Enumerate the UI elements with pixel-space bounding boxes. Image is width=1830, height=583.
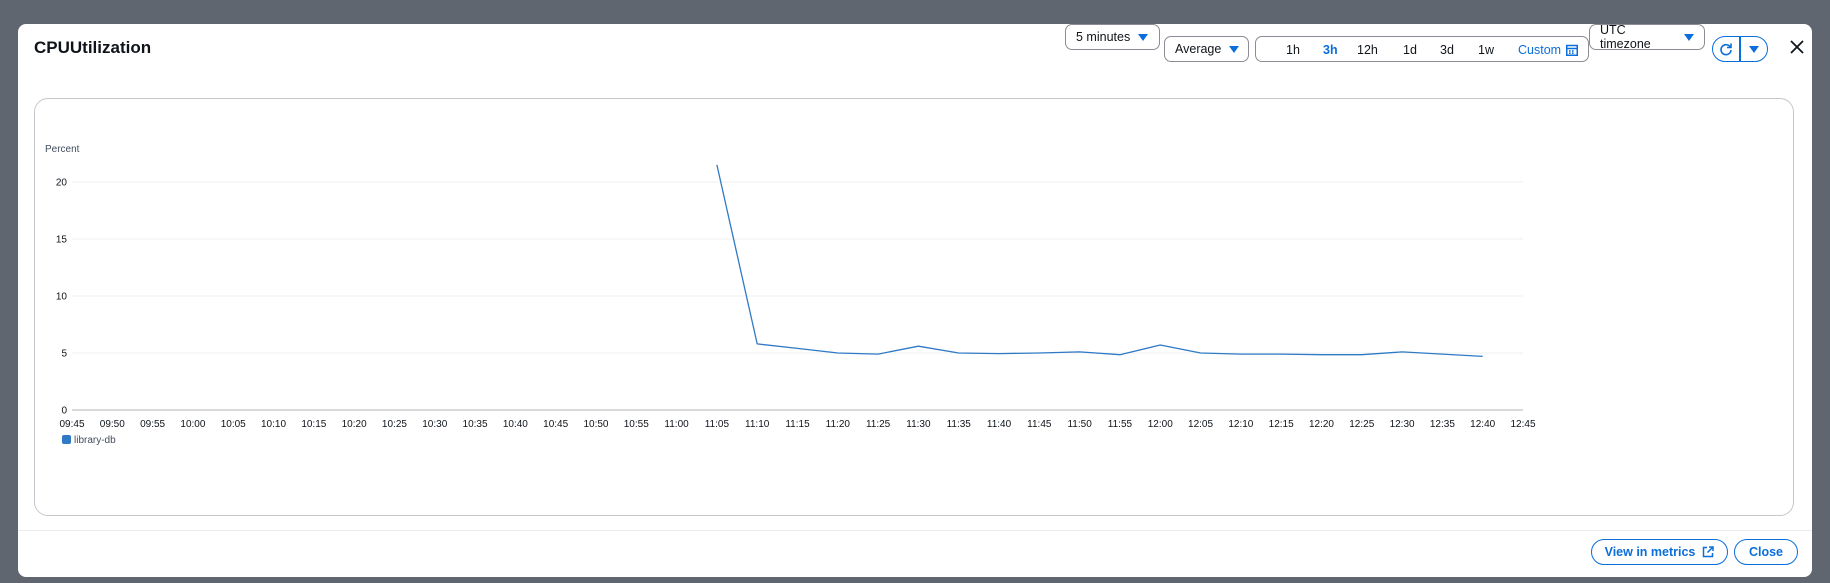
x-tick-label: 10:50 (583, 419, 608, 430)
legend-label[interactable]: library-db (74, 435, 116, 446)
range-1d[interactable]: 1d (1403, 43, 1417, 57)
time-range-selector: 1h 3h 12h 1d 3d 1w Custom (1255, 36, 1589, 62)
x-tick-label: 11:10 (745, 419, 770, 430)
x-tick-label: 10:10 (261, 419, 286, 430)
x-tick-label: 10:25 (382, 419, 407, 430)
period-select[interactable]: 5 minutes (1065, 24, 1160, 50)
x-tick-label: 12:10 (1228, 419, 1253, 430)
close-icon[interactable] (1786, 36, 1808, 58)
view-in-metrics-label: View in metrics (1604, 545, 1696, 559)
x-tick-label: 10:35 (463, 419, 488, 430)
x-tick-label: 11:30 (906, 419, 931, 430)
range-12h[interactable]: 12h (1357, 43, 1378, 57)
statistic-select[interactable]: Average (1164, 36, 1249, 62)
x-tick-label: 12:25 (1349, 419, 1374, 430)
x-tick-label: 11:00 (664, 419, 689, 430)
refresh-button[interactable] (1713, 37, 1739, 61)
y-tick-label: 20 (56, 178, 68, 189)
x-tick-label: 11:05 (705, 419, 730, 430)
range-1w[interactable]: 1w (1478, 43, 1494, 57)
timezone-label: UTC timezone (1600, 23, 1651, 51)
x-tick-label: 09:50 (100, 419, 125, 430)
view-in-metrics-button[interactable]: View in metrics (1591, 539, 1728, 565)
y-tick-label: 5 (61, 349, 67, 360)
series-line-library-db (716, 164, 1483, 358)
external-link-icon (1703, 546, 1715, 558)
x-tick-label: 10:55 (624, 419, 649, 430)
timezone-select[interactable]: UTC timezone (1589, 23, 1705, 51)
period-label: 5 minutes (1076, 30, 1131, 44)
close-button-label: Close (1748, 545, 1784, 559)
x-tick-label: 11:15 (785, 419, 810, 430)
y-axis-label: Percent (45, 144, 80, 155)
x-tick-label: 10:15 (301, 419, 326, 430)
caret-down-icon (1748, 45, 1759, 53)
cpu-utilization-chart: Percent 0 5 10 15 20 09:45 09:50 09:55 10:00 10:… (45, 144, 1536, 446)
modal-title: CPUUtilization (34, 38, 152, 57)
x-tick-label: 11:50 (1067, 419, 1092, 430)
x-tick-label: 11:55 (1108, 419, 1133, 430)
statistic-label: Average (1175, 42, 1222, 56)
refresh-button-group (1712, 36, 1768, 62)
y-tick-label: 15 (56, 235, 68, 246)
chart-container: Percent 0 5 10 15 20 09:45 09:50 09:55 10:00 10:… (34, 98, 1794, 516)
caret-down-icon (1229, 45, 1240, 53)
x-tick-label: 10:40 (503, 419, 528, 430)
x-tick-label: 10:00 (180, 419, 205, 430)
x-tick-label: 10:45 (543, 419, 568, 430)
refresh-icon (1720, 43, 1732, 56)
x-tick-label: 11:45 (1027, 419, 1052, 430)
x-tick-label: 09:45 (59, 419, 84, 430)
range-3d[interactable]: 3d (1440, 43, 1454, 57)
range-1h[interactable]: 1h (1286, 43, 1300, 57)
x-tick-label: 11:20 (826, 419, 851, 430)
range-custom[interactable]: Custom (1518, 43, 1561, 57)
footer-divider (18, 530, 1812, 531)
y-tick-label: 0 (61, 406, 67, 417)
legend-swatch (62, 435, 71, 444)
x-tick-label: 12:35 (1430, 419, 1455, 430)
range-3h[interactable]: 3h (1323, 43, 1338, 57)
x-tick-label: 09:55 (140, 419, 165, 430)
caret-down-icon (1138, 33, 1149, 41)
x-tick-label: 11:35 (947, 419, 972, 430)
x-tick-label: 12:40 (1470, 419, 1495, 430)
y-tick-label: 10 (56, 292, 68, 303)
x-tick-label: 10:05 (221, 419, 246, 430)
x-tick-label: 11:25 (866, 419, 891, 430)
x-tick-label: 12:30 (1390, 419, 1415, 430)
x-tick-label: 12:20 (1309, 419, 1334, 430)
x-tick-label: 12:15 (1269, 419, 1294, 430)
x-tick-label: 12:45 (1510, 419, 1535, 430)
caret-down-icon (1684, 33, 1694, 41)
x-tick-label: 12:05 (1188, 419, 1213, 430)
x-tick-label: 11:40 (987, 419, 1012, 430)
x-tick-label: 10:30 (422, 419, 447, 430)
x-tick-label: 12:00 (1148, 419, 1173, 430)
x-tick-label: 10:20 (342, 419, 367, 430)
metric-modal: CPUUtilization 5 minutes Average 1h 3h 1… (18, 23, 1812, 577)
refresh-options-button[interactable] (1741, 37, 1767, 61)
close-button[interactable]: Close (1734, 539, 1798, 565)
calendar-icon[interactable] (1566, 44, 1578, 56)
